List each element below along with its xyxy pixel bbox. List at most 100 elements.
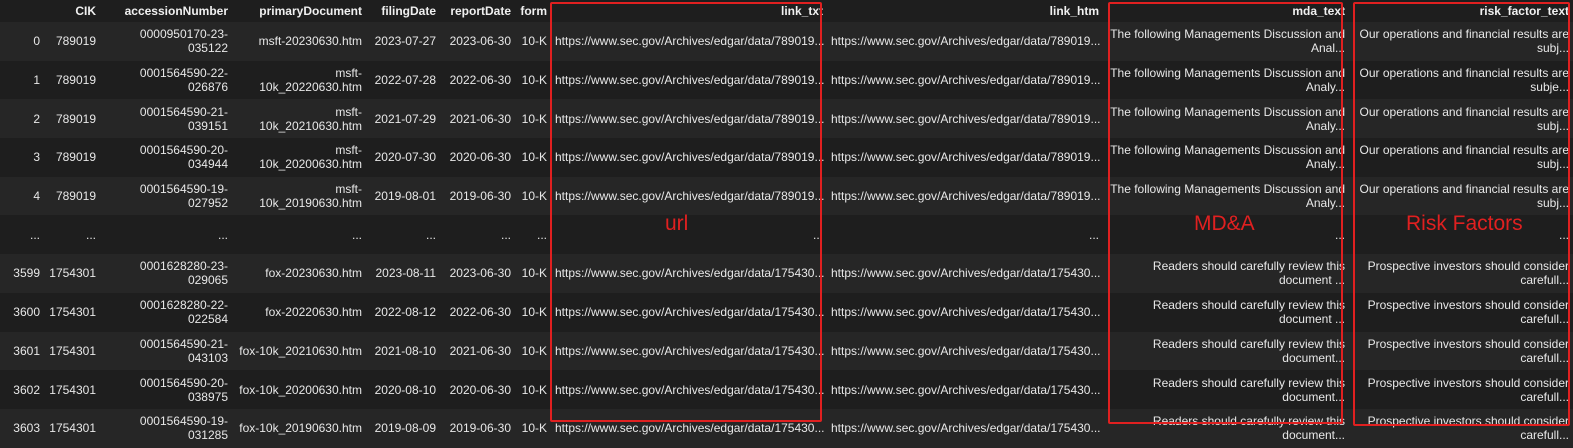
cell-accessionNumber: 0001564590-19-027952: [100, 176, 232, 216]
cell-link_htm: https://www.sec.gov/Archives/edgar/data/…: [827, 292, 1103, 332]
cell-link_txt: https://www.sec.gov/Archives/edgar/data/…: [551, 176, 827, 216]
cell-risk_factor_text: Prospective investors should consider ca…: [1349, 331, 1573, 371]
table-row: 1 789019 0001564590-22-026876 msft-10k_2022…: [0, 60, 1573, 100]
cell-link_txt: https://www.sec.gov/Archives/edgar/data/…: [551, 99, 827, 139]
cell-mda_text: Readers should carefully review this doc…: [1103, 331, 1349, 371]
table-row: 3 789019 0001564590-20-034944 msft-10k_2020…: [0, 138, 1573, 177]
cell-form: 10-K: [515, 176, 551, 216]
cell-CIK: 1754301: [44, 370, 100, 409]
column-header-reportDate: reportDate: [450, 4, 511, 18]
cell-mda_text: Readers should carefully review this doc…: [1103, 408, 1349, 448]
cell-reportDate: 2019-06-30: [440, 176, 515, 216]
cell-link_htm: https://www.sec.gov/Archives/edgar/data/…: [827, 370, 1103, 409]
risk-annotation: Risk Factors: [1406, 212, 1523, 235]
cell-filingDate: 2020-08-10: [366, 370, 440, 409]
row-index: ...: [0, 215, 44, 255]
cell-form: 10-K: [515, 254, 551, 293]
cell-primaryDocument: msft-10k_20190630.htm: [232, 176, 366, 216]
cell-filingDate: ...: [366, 215, 440, 255]
cell-CIK: 1754301: [44, 331, 100, 371]
table-row: 3600 1754301 0001628280-22-022584 fox-20220…: [0, 292, 1573, 332]
cell-mda_text: The following Managements Discussion and…: [1103, 176, 1349, 216]
table-body: 0 789019 0000950170-23-035122 msft-20230630…: [0, 22, 1573, 448]
cell-accessionNumber: 0001564590-20-034944: [100, 138, 232, 177]
cell-reportDate: ...: [440, 215, 515, 255]
cell-filingDate: 2020-07-30: [366, 138, 440, 177]
table-row: 3599 1754301 0001628280-23-029065 fox-20230…: [0, 254, 1573, 293]
cell-form: 10-K: [515, 60, 551, 100]
row-index: 3601: [0, 331, 44, 371]
row-index: 3603: [0, 408, 44, 448]
dataframe-table: CIK accessionNumber primaryDocument filingD…: [0, 0, 1573, 448]
cell-primaryDocument: msft-10k_20210630.htm: [232, 99, 366, 139]
cell-link_htm: https://www.sec.gov/Archives/edgar/data/…: [827, 331, 1103, 371]
cell-CIK: 789019: [44, 22, 100, 61]
cell-filingDate: 2021-08-10: [366, 331, 440, 371]
cell-CIK: 789019: [44, 99, 100, 139]
cell-link_htm: https://www.sec.gov/Archives/edgar/data/…: [827, 138, 1103, 177]
cell-accessionNumber: ...: [100, 215, 232, 255]
cell-filingDate: 2023-07-27: [366, 22, 440, 61]
table-row: 3601 1754301 0001564590-21-043103 fox-10k_2…: [0, 331, 1573, 371]
cell-form: 10-K: [515, 331, 551, 371]
cell-accessionNumber: 0001564590-20-038975: [100, 370, 232, 409]
row-index: 3: [0, 138, 44, 177]
cell-CIK: ...: [44, 215, 100, 255]
column-header-form: form: [520, 4, 547, 18]
cell-accessionNumber: 0000950170-23-035122: [100, 22, 232, 61]
cell-link_htm: https://www.sec.gov/Archives/edgar/data/…: [827, 22, 1103, 61]
cell-form: 10-K: [515, 22, 551, 61]
column-header-risk_factor_text: risk_factor_text: [1479, 4, 1569, 18]
cell-mda_text: The following Managements Discussion and…: [1103, 60, 1349, 100]
cell-link_txt: https://www.sec.gov/Archives/edgar/data/…: [551, 138, 827, 177]
row-index: 3600: [0, 292, 44, 332]
column-header-filingDate: filingDate: [381, 4, 436, 18]
row-index: 3602: [0, 370, 44, 409]
column-header-accessionNumber: accessionNumber: [124, 4, 228, 18]
column-header-link_htm: link_htm: [1049, 4, 1099, 18]
cell-reportDate: 2020-06-30: [440, 138, 515, 177]
cell-reportDate: 2023-06-30: [440, 254, 515, 293]
cell-CIK: 789019: [44, 138, 100, 177]
cell-risk_factor_text: Our operations and financial results are…: [1349, 22, 1573, 61]
column-header-primaryDocument: primaryDocument: [259, 4, 362, 18]
cell-form: 10-K: [515, 408, 551, 448]
cell-mda_text: The following Managements Discussion and…: [1103, 138, 1349, 177]
cell-form: 10-K: [515, 370, 551, 409]
cell-reportDate: 2021-06-30: [440, 99, 515, 139]
cell-reportDate: 2019-06-30: [440, 408, 515, 448]
cell-link_htm: https://www.sec.gov/Archives/edgar/data/…: [827, 176, 1103, 216]
cell-link_htm: https://www.sec.gov/Archives/edgar/data/…: [827, 254, 1103, 293]
cell-primaryDocument: msft-10k_20200630.htm: [232, 138, 366, 177]
cell-CIK: 789019: [44, 60, 100, 100]
cell-reportDate: 2020-06-30: [440, 370, 515, 409]
cell-accessionNumber: 0001628280-23-029065: [100, 254, 232, 293]
table-row: 2 789019 0001564590-21-039151 msft-10k_2021…: [0, 99, 1573, 139]
table-row: 3602 1754301 0001564590-20-038975 fox-10k_2…: [0, 370, 1573, 409]
cell-reportDate: 2022-06-30: [440, 60, 515, 100]
column-header-link_txt: link_txt: [780, 4, 823, 18]
cell-primaryDocument: fox-20220630.htm: [232, 292, 366, 332]
cell-primaryDocument: msft-20230630.htm: [232, 22, 366, 61]
cell-form: 10-K: [515, 138, 551, 177]
cell-link_txt: ...: [551, 215, 827, 255]
cell-link_txt: https://www.sec.gov/Archives/edgar/data/…: [551, 370, 827, 409]
cell-accessionNumber: 0001564590-21-039151: [100, 99, 232, 139]
cell-form: ...: [515, 215, 551, 255]
cell-mda_text: Readers should carefully review this doc…: [1103, 292, 1349, 332]
column-header-CIK: CIK: [75, 4, 96, 18]
cell-accessionNumber: 0001564590-21-043103: [100, 331, 232, 371]
cell-mda_text: Readers should carefully review this doc…: [1103, 370, 1349, 409]
row-index: 1: [0, 60, 44, 100]
cell-reportDate: 2023-06-30: [440, 22, 515, 61]
cell-form: 10-K: [515, 292, 551, 332]
cell-reportDate: 2022-06-30: [440, 292, 515, 332]
cell-link_txt: https://www.sec.gov/Archives/edgar/data/…: [551, 408, 827, 448]
cell-link_htm: https://www.sec.gov/Archives/edgar/data/…: [827, 60, 1103, 100]
cell-primaryDocument: msft-10k_20220630.htm: [232, 60, 366, 100]
cell-CIK: 1754301: [44, 292, 100, 332]
cell-risk_factor_text: Prospective investors should consider ca…: [1349, 370, 1573, 409]
cell-link_htm: https://www.sec.gov/Archives/edgar/data/…: [827, 408, 1103, 448]
table-row: 0 789019 0000950170-23-035122 msft-20230630…: [0, 22, 1573, 61]
cell-filingDate: 2021-07-29: [366, 99, 440, 139]
